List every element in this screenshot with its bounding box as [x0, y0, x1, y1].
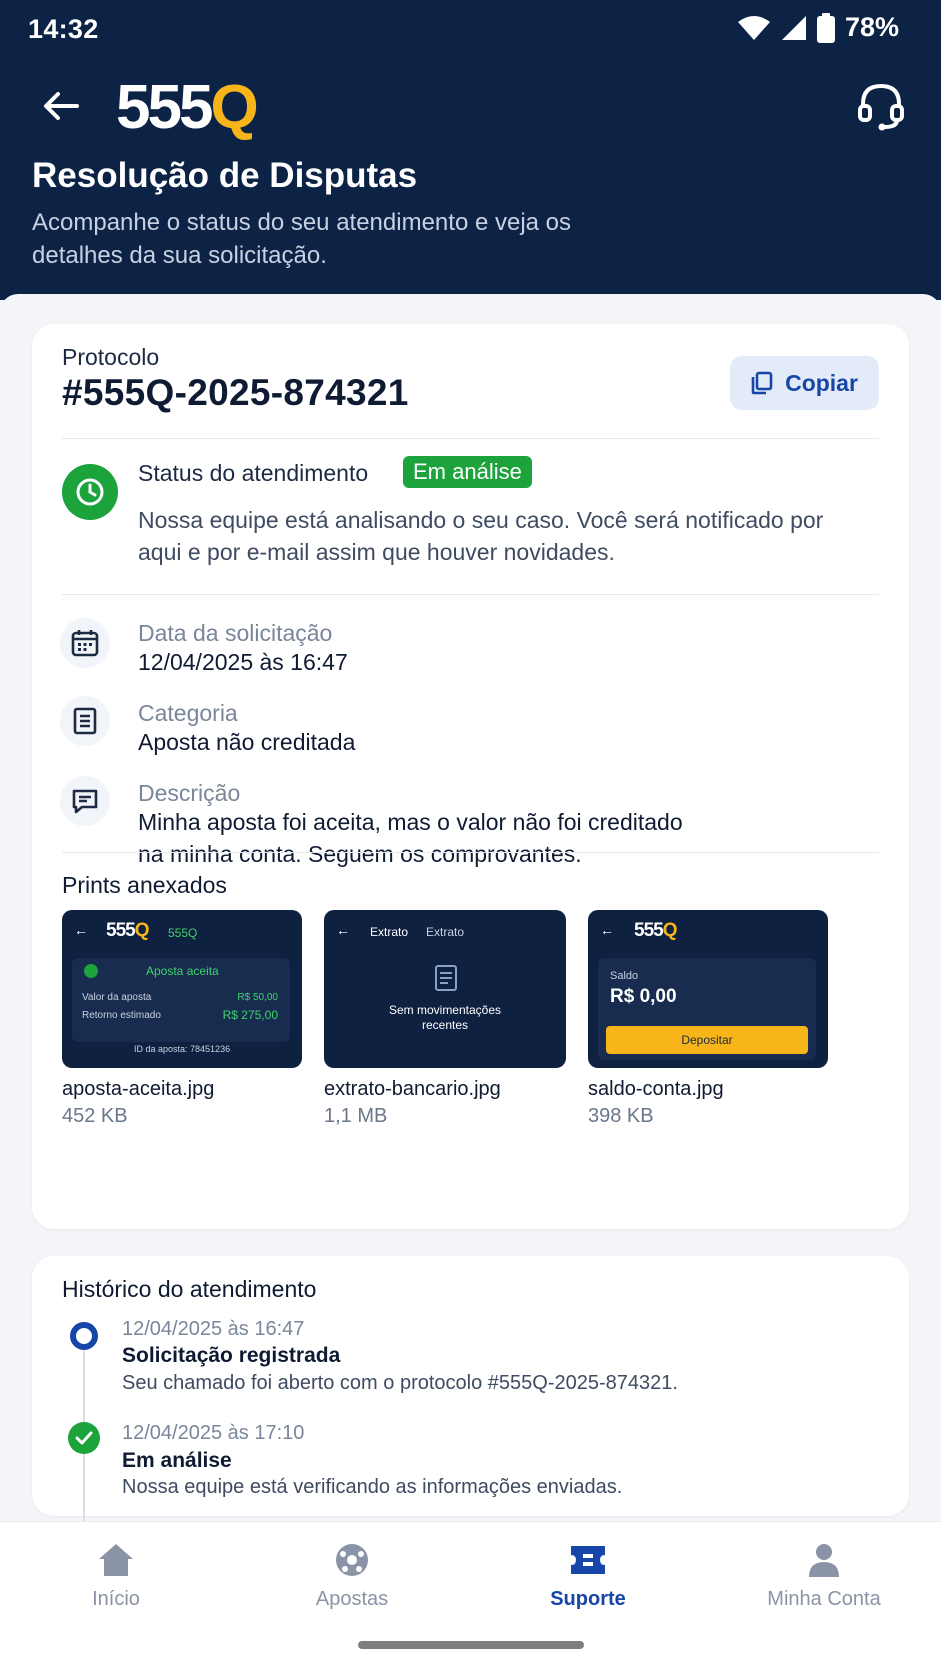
attachments-title: Prints anexados	[62, 872, 227, 898]
nav-label: Minha Conta	[767, 1588, 881, 1610]
arrow-left-icon: ←	[600, 922, 614, 938]
nav-item-minha-conta[interactable]: Minha Conta	[724, 1542, 924, 1611]
attachment-thumbnail[interactable]: ← Extrato Extrato Sem movimentações rece…	[324, 910, 566, 1068]
arrow-left-icon	[44, 92, 79, 120]
user-icon	[809, 1544, 839, 1577]
nav-item-inicio[interactable]: Início	[16, 1542, 216, 1611]
soccer-ball-icon	[336, 1544, 368, 1576]
status-description: Nossa equipe está analisando o seu caso.…	[138, 507, 824, 565]
headset-icon	[858, 83, 904, 131]
dispute-details-card: Protocolo #555Q-2025-874321 Copiar Statu…	[32, 324, 909, 1229]
thumb-message: Sem movimentações recentes	[388, 1003, 502, 1032]
protocol-label: Protocolo	[62, 344, 160, 370]
description-label: Descrição	[138, 780, 241, 806]
thumb-tag: 555Q	[168, 926, 198, 940]
signal-icon	[781, 15, 806, 40]
thumb-balance-label: Saldo	[610, 970, 639, 982]
nav-item-suporte[interactable]: Suporte	[488, 1542, 688, 1611]
category-value: Aposta não creditada	[138, 729, 356, 755]
thumb-row-label: Retorno estimado	[82, 1010, 161, 1021]
status-time: 14:32	[28, 14, 99, 44]
attachment-size: 1,1 MB	[324, 1105, 388, 1127]
status-indicators: 78%	[737, 12, 899, 43]
protocol-number: #555Q-2025-874321	[62, 372, 409, 413]
document-icon	[60, 696, 110, 746]
brand-logo: 555Q	[116, 73, 259, 142]
nav-label: Apostas	[315, 1588, 389, 1610]
date-value: 12/04/2025 às 16:47	[138, 649, 348, 675]
thumb-row-value: R$ 275,00	[222, 1008, 278, 1022]
arrow-left-icon: ←	[336, 922, 350, 938]
date-label: Data da solicitação	[138, 620, 333, 646]
attachment-thumbnail[interactable]: ← 555Q Saldo R$ 0,00 Depositar	[588, 910, 828, 1068]
status-title: Status do atendimento	[138, 460, 369, 486]
event-description: Seu chamado foi aberto com o protocolo #…	[122, 1372, 678, 1394]
check-icon	[68, 1422, 100, 1454]
thumb-title: Extrato	[426, 925, 465, 939]
document-icon	[435, 965, 457, 991]
event-title: Em análise	[122, 1449, 232, 1472]
battery-icon	[816, 12, 835, 43]
page-subtitle: Acompanhe o status do seu atendimento e …	[32, 209, 572, 269]
status-bar: 14:32 78%	[0, 0, 941, 60]
history-card: Histórico do atendimento 12/04/2025 às 1…	[32, 1256, 909, 1530]
thumb-title: Extrato	[370, 925, 409, 939]
battery-level: 78%	[844, 12, 899, 42]
home-icon	[99, 1544, 133, 1576]
copy-protocol-button[interactable]: Copiar	[730, 356, 879, 410]
event-title: Solicitação registrada	[122, 1344, 341, 1367]
nav-label: Início	[92, 1588, 140, 1610]
wifi-icon	[737, 15, 770, 40]
attachment-size: 452 KB	[62, 1105, 128, 1127]
attachment-name: extrato-bancario.jpg	[324, 1078, 501, 1100]
arrow-left-icon: ←	[74, 922, 88, 938]
thumb-logo: 555Q	[634, 920, 677, 941]
nav-item-apostas[interactable]: Apostas	[252, 1542, 452, 1611]
attachment-name: saldo-conta.jpg	[588, 1078, 724, 1100]
divider	[62, 852, 879, 853]
timeline-dot	[70, 1322, 98, 1350]
calendar-icon	[60, 618, 110, 668]
category-label: Categoria	[138, 700, 238, 726]
ticket-icon	[571, 1546, 605, 1574]
thumb-heading: Aposta aceita	[146, 964, 219, 978]
nav-label: Suporte	[550, 1588, 626, 1610]
event-time: 12/04/2025 às 16:47	[122, 1318, 305, 1340]
event-description: Nossa equipe está verificando as informa…	[122, 1476, 623, 1498]
app-header: 14:32 78% 555Q Resolução de Disputas Aco…	[0, 0, 941, 300]
attachment-size: 398 KB	[588, 1105, 654, 1127]
page-title: Resolução de Disputas	[32, 156, 418, 195]
thumb-row-value: R$ 50,00	[237, 992, 278, 1003]
thumb-footer: ID da aposta: 78451236	[134, 1044, 231, 1054]
thumb-balance-value: R$ 0,00	[610, 986, 677, 1007]
thumb-deposit-button: Depositar	[606, 1026, 808, 1054]
thumb-logo: 555Q	[106, 920, 149, 941]
divider	[62, 594, 879, 595]
back-button[interactable]	[36, 84, 86, 128]
event-time: 12/04/2025 às 17:10	[122, 1422, 305, 1444]
message-icon	[60, 776, 110, 826]
bottom-navigation: Início Apostas Suporte Minha Conta	[0, 1521, 941, 1672]
status-badge: Em análise	[403, 456, 532, 488]
history-title: Histórico do atendimento	[62, 1276, 317, 1302]
support-headset-button[interactable]	[855, 80, 907, 132]
divider	[62, 438, 879, 439]
attachment-name: aposta-aceita.jpg	[62, 1078, 215, 1100]
thumb-row-label: Valor da aposta	[82, 992, 152, 1003]
home-indicator[interactable]	[358, 1641, 584, 1649]
check-icon	[84, 964, 98, 978]
copy-label: Copiar	[785, 369, 858, 396]
description-value: Minha aposta foi aceita, mas o valor não…	[138, 809, 683, 867]
attachment-thumbnail[interactable]: ← 555Q 555Q Aposta aceita Valor da apost…	[62, 910, 302, 1068]
copy-icon	[751, 371, 773, 395]
clock-icon	[62, 464, 118, 520]
